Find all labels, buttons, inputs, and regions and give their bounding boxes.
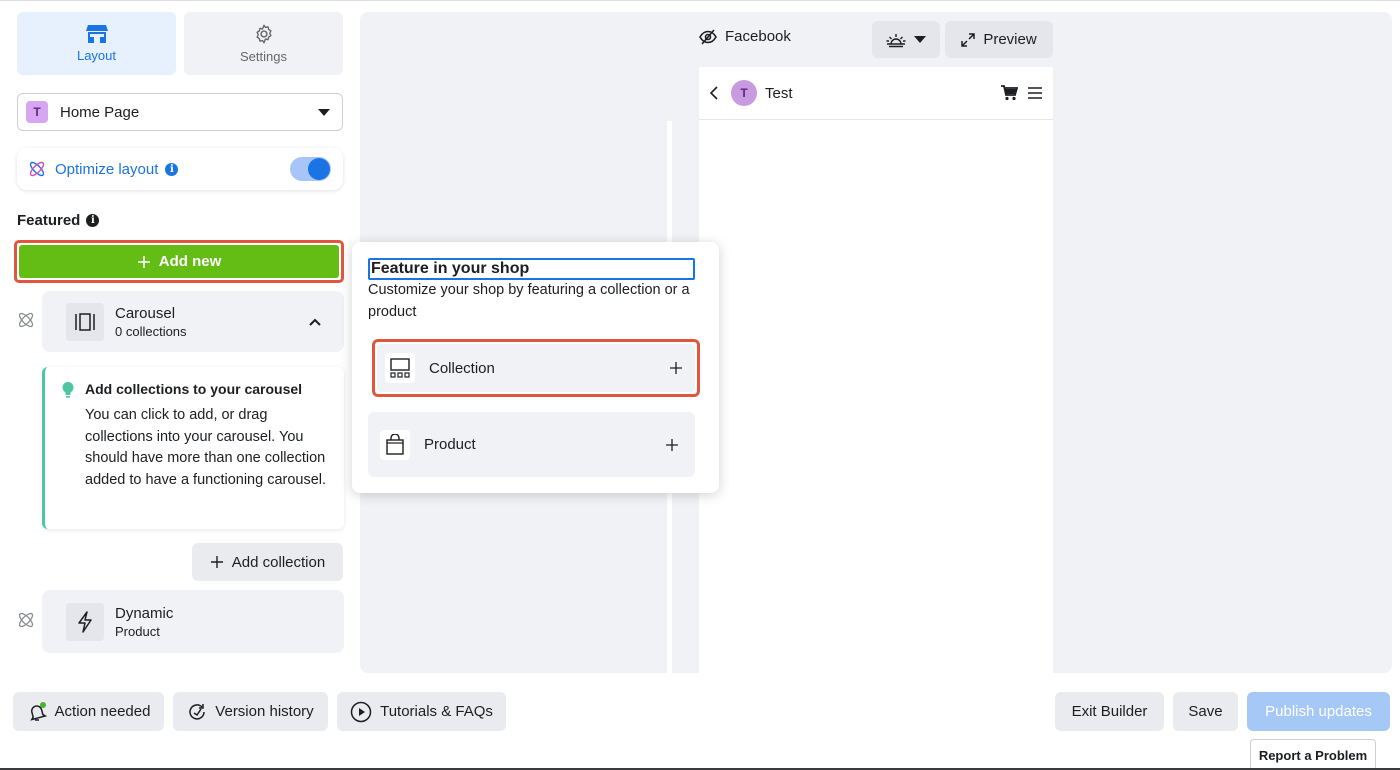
dynamic-title: Dynamic <box>115 604 174 622</box>
tab-layout-label: Layout <box>76 48 117 63</box>
shopping-bag-icon <box>380 429 410 460</box>
optimize-layout-label: Optimize layout <box>55 160 159 178</box>
platform-label: Facebook <box>725 28 791 45</box>
expand-icon <box>961 32 976 47</box>
info-icon[interactable]: i <box>86 214 100 227</box>
gear-icon <box>253 23 275 45</box>
page-select-dropdown[interactable]: T Home Page <box>17 93 343 131</box>
tutorials-label: Tutorials & FAQs <box>380 703 493 720</box>
chevron-up-icon[interactable] <box>308 317 322 327</box>
plus-icon <box>669 361 683 375</box>
collection-icon <box>385 353 415 383</box>
collection-option[interactable]: Collection <box>377 344 695 392</box>
atom-drag-icon[interactable] <box>16 310 36 330</box>
optimize-layout-row: Optimize layout i <box>17 148 343 190</box>
collection-option-label: Collection <box>429 359 495 377</box>
atom-icon <box>27 159 47 179</box>
play-circle-icon <box>350 701 372 723</box>
shop-name: Test <box>765 84 793 102</box>
info-icon[interactable]: i <box>165 162 179 176</box>
add-new-label: Add new <box>158 253 222 270</box>
carousel-subtitle: 0 collections <box>115 323 187 339</box>
publish-label: Publish updates <box>1265 703 1372 720</box>
action-needed-button[interactable]: Action needed <box>13 692 164 731</box>
add-collection-button[interactable]: Add collection <box>192 543 343 581</box>
feature-popover: Feature in your shop Customize your shop… <box>352 242 719 493</box>
popover-description: Customize your shop by featuring a colle… <box>368 282 690 320</box>
collection-option-highlight: Collection <box>372 339 700 397</box>
toggle-knob <box>308 158 330 180</box>
carousel-tip: Add collections to your carousel You can… <box>42 367 344 529</box>
top-border <box>0 0 1400 1</box>
chevron-down-icon <box>318 108 330 116</box>
exit-builder-button[interactable]: Exit Builder <box>1055 692 1164 731</box>
version-history-button[interactable]: Version history <box>173 692 328 731</box>
report-label: Report a Problem <box>1258 747 1368 763</box>
history-icon <box>187 702 207 722</box>
exit-builder-label: Exit Builder <box>1071 703 1148 720</box>
tab-settings[interactable]: Settings <box>184 12 343 75</box>
page-avatar: T <box>26 101 48 123</box>
chevron-down-icon <box>914 36 926 43</box>
tab-settings-label: Settings <box>240 49 287 64</box>
lightbulb-icon <box>61 381 75 399</box>
product-option-label: Product <box>424 436 476 453</box>
carousel-title: Carousel <box>115 304 176 322</box>
action-needed-label: Action needed <box>54 703 151 720</box>
save-button[interactable]: Save <box>1173 692 1238 731</box>
phone-header: T Test <box>699 67 1053 120</box>
product-option[interactable]: Product <box>368 412 695 477</box>
tab-layout[interactable]: Layout <box>17 12 176 75</box>
tutorials-button[interactable]: Tutorials & FAQs <box>337 692 506 731</box>
shop-avatar: T <box>731 80 757 106</box>
plus-icon <box>665 438 679 452</box>
storefront-icon <box>85 24 108 44</box>
dynamic-item[interactable]: Dynamic Product <box>42 590 344 653</box>
phone-preview: T Test <box>699 67 1053 673</box>
tip-title: Add collections to your carousel <box>85 381 303 397</box>
dynamic-subtitle: Product <box>115 623 160 639</box>
atom-drag-icon[interactable] <box>16 610 36 630</box>
chevron-left-icon[interactable] <box>709 85 719 101</box>
plus-icon <box>137 255 151 269</box>
preview-button[interactable]: Preview <box>945 21 1053 58</box>
plus-icon <box>210 555 224 569</box>
add-new-button[interactable]: Add new <box>19 245 339 278</box>
page-select-label: Home Page <box>60 103 140 121</box>
save-label: Save <box>1188 703 1223 720</box>
add-new-highlight: Add new <box>14 240 344 283</box>
report-problem-button[interactable]: Report a Problem <box>1250 739 1376 770</box>
featured-heading: Featured i <box>17 212 100 229</box>
eye-off-icon <box>699 28 717 45</box>
menu-icon[interactable] <box>1027 86 1043 100</box>
theme-toggle-button[interactable] <box>872 21 940 58</box>
platform-indicator: Facebook <box>699 28 791 45</box>
carousel-icon <box>66 302 104 341</box>
publish-updates-button[interactable]: Publish updates <box>1247 692 1390 731</box>
tip-body: You can click to add, or drag collection… <box>85 407 327 488</box>
popover-title: Feature in your shop <box>368 258 695 280</box>
carousel-item[interactable]: Carousel 0 collections <box>42 291 344 352</box>
preview-label: Preview <box>983 31 1037 48</box>
cart-icon[interactable] <box>1000 85 1018 101</box>
add-collection-label: Add collection <box>231 553 326 571</box>
bell-icon <box>27 701 47 722</box>
sun-icon <box>886 32 906 48</box>
featured-label: Featured <box>17 212 81 229</box>
optimize-layout-toggle[interactable] <box>290 157 331 181</box>
lightning-icon <box>66 602 104 641</box>
version-history-label: Version history <box>215 703 314 720</box>
